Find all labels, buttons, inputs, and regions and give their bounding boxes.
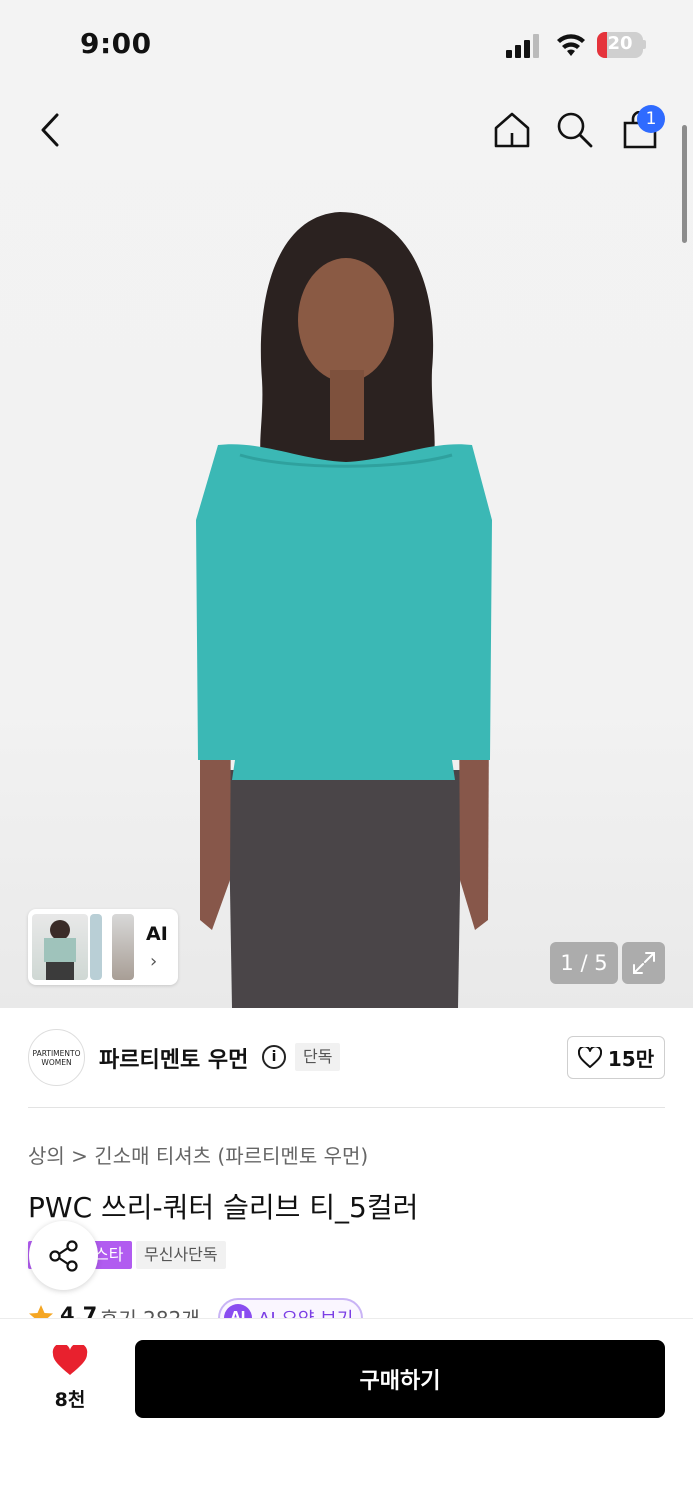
product-image-gallery[interactable]: 9:00 20 1 AI › 1 / 5 <box>0 0 693 1008</box>
breadcrumb-category[interactable]: 상의 <box>28 1144 65 1168</box>
chevron-right-icon: › <box>150 951 158 972</box>
ai-label: AI <box>146 923 168 945</box>
breadcrumb: 상의 > 긴소매 티셔츠 (파르티멘토 우먼) <box>28 1140 368 1169</box>
expand-icon <box>632 952 655 974</box>
battery-tip <box>643 40 646 49</box>
brand-logo[interactable]: PARTIMENTO WOMEN <box>28 1029 85 1086</box>
share-icon <box>48 1239 78 1272</box>
brand-logo-text: PARTIMENTO <box>32 1048 81 1058</box>
divider <box>28 1107 665 1108</box>
search-button[interactable] <box>551 106 599 154</box>
brand-like-count: 15만 <box>607 1047 655 1071</box>
home-icon <box>494 112 530 148</box>
breadcrumb-separator: > <box>71 1144 88 1168</box>
brand-like-button[interactable]: 15만 <box>567 1036 665 1079</box>
cellular-signal-icon <box>506 34 539 58</box>
brand-name[interactable]: 파르티멘토 우먼 <box>99 1042 248 1074</box>
scrollbar[interactable] <box>682 125 687 243</box>
musinsa-exclusive-tag: 무신사단독 <box>136 1241 226 1269</box>
ai-summary-button[interactable]: AI AI 요약 보기 <box>218 1298 363 1320</box>
heart-outline-icon <box>577 1046 602 1068</box>
search-icon <box>557 112 593 148</box>
ai-styling-thumbnails[interactable]: AI › <box>28 909 178 985</box>
wish-count: 8천 <box>54 1389 86 1411</box>
product-title: PWC 쓰리-쿼터 슬리브 티_5컬러 <box>28 1191 419 1224</box>
thumbnail-image <box>112 914 134 980</box>
breadcrumb-subcategory[interactable]: 긴소매 티셔츠 (파르티멘토 우먼) <box>94 1144 368 1168</box>
back-button[interactable] <box>26 106 74 154</box>
wish-button[interactable] <box>52 1343 88 1377</box>
share-button[interactable] <box>29 1221 98 1290</box>
thumbnail-image <box>90 914 102 980</box>
info-icon[interactable]: i <box>262 1045 286 1069</box>
image-counter: 1 / 5 <box>550 942 618 984</box>
wifi-icon <box>557 34 585 56</box>
heart-filled-icon <box>52 1343 88 1375</box>
brand-logo-text: WOMEN <box>41 1057 72 1067</box>
expand-button[interactable] <box>622 942 665 984</box>
home-button[interactable] <box>488 106 536 154</box>
buy-button[interactable]: 구매하기 <box>135 1340 665 1418</box>
chevron-left-icon <box>41 113 59 147</box>
rating-row[interactable]: 4.7 후기 282개 AI AI 요약 보기 <box>28 1298 665 1320</box>
cart-count-badge: 1 <box>637 105 665 133</box>
exclusive-tag: 단독 <box>295 1043 341 1071</box>
battery-icon: 20 <box>597 32 643 58</box>
status-time: 9:00 <box>80 27 152 60</box>
thumbnail-image <box>32 914 88 980</box>
battery-level: 20 <box>607 33 633 54</box>
